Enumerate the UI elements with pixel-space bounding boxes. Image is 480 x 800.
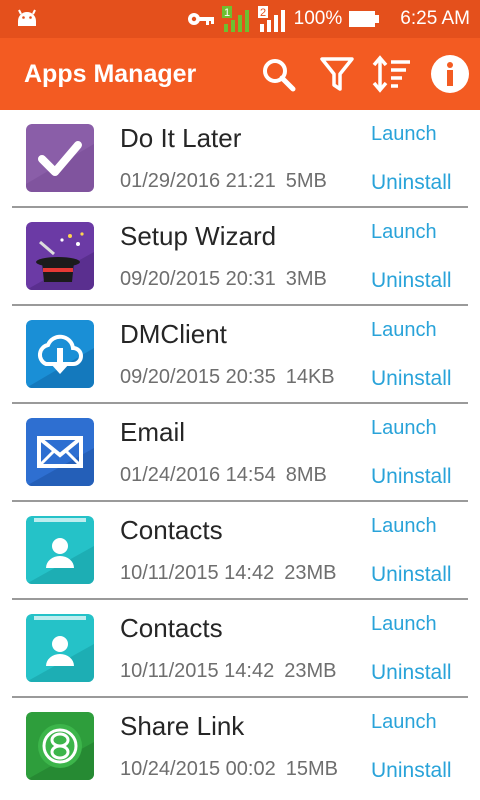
app-size: 14KB	[285, 366, 335, 388]
contacts-icon	[26, 614, 94, 682]
share-link-icon	[26, 712, 94, 780]
launch-button[interactable]: Launch	[371, 123, 437, 146]
sim1-label: 1	[224, 7, 230, 19]
do-it-later-icon	[26, 124, 94, 192]
app-name: Setup Wizard	[120, 221, 277, 251]
install-date: 10/24/2015 00:02	[120, 758, 276, 780]
contacts-icon	[26, 516, 94, 584]
info-icon[interactable]	[430, 54, 470, 94]
launch-button[interactable]: Launch	[371, 711, 437, 734]
signal-sim1-icon: 1	[221, 6, 249, 32]
list-item[interactable]: DMClient 09/20/2015 20:35 14KB Launch Uni…	[0, 306, 480, 404]
launch-button[interactable]: Launch	[371, 515, 437, 538]
status-bar: 1 2 100% 6:25 AM	[0, 0, 480, 38]
app-size: 3MB	[285, 268, 327, 290]
app-meta: 10/11/2015 14:42 23MB	[120, 660, 336, 683]
app-bar: Apps Manager	[0, 38, 480, 110]
list-item[interactable]: Do It Later 01/29/2016 21:21 5MB Launch U…	[0, 110, 480, 208]
uninstall-button[interactable]: Uninstall	[371, 171, 452, 195]
app-meta: 01/29/2016 21:21 5MB	[120, 170, 327, 193]
battery-icon	[349, 11, 380, 27]
app-meta: 09/20/2015 20:31 3MB	[120, 268, 327, 291]
app-size: 23MB	[284, 660, 337, 682]
app-size: 15MB	[285, 758, 338, 780]
signal-sim2-icon: 2	[257, 6, 285, 32]
uninstall-button[interactable]: Uninstall	[371, 661, 452, 685]
app-meta: 01/24/2016 14:54 8MB	[120, 464, 327, 487]
list-item[interactable]: Contacts 10/11/2015 14:42 23MB Launch Uni…	[0, 600, 480, 698]
launch-button[interactable]: Launch	[371, 319, 437, 342]
uninstall-button[interactable]: Uninstall	[371, 465, 452, 489]
list-item[interactable]: Contacts 10/11/2015 14:42 23MB Launch Uni…	[0, 502, 480, 600]
uninstall-button[interactable]: Uninstall	[371, 269, 452, 293]
app-name: DMClient	[120, 319, 227, 349]
install-date: 10/11/2015 14:42	[120, 562, 275, 584]
list-item[interactable]: Setup Wizard 09/20/2015 20:31 3MB Launch …	[0, 208, 480, 306]
app-meta: 10/24/2015 00:02 15MB	[120, 758, 338, 781]
list-item[interactable]: Share Link 10/24/2015 00:02 15MB Launch U…	[0, 698, 480, 796]
app-name: Do It Later	[120, 123, 242, 153]
app-name: Contacts	[120, 515, 223, 545]
app-name: Share Link	[120, 711, 245, 741]
page-title: Apps Manager	[24, 60, 197, 88]
key-icon	[187, 13, 214, 25]
launch-button[interactable]: Launch	[371, 613, 437, 636]
search-icon[interactable]	[258, 54, 298, 94]
clock: 6:25 AM	[400, 8, 470, 29]
setup-wizard-icon	[26, 222, 94, 290]
android-icon	[18, 9, 36, 26]
list-item[interactable]: Email 01/24/2016 14:54 8MB Launch Uninsta…	[0, 404, 480, 502]
email-icon	[26, 418, 94, 486]
app-size: 8MB	[285, 464, 327, 486]
sim2-label: 2	[260, 7, 266, 19]
install-date: 01/29/2016 21:21	[120, 170, 276, 192]
app-name: Contacts	[120, 613, 223, 643]
app-meta: 09/20/2015 20:35 14KB	[120, 366, 335, 389]
app-name: Email	[120, 417, 186, 447]
sort-icon[interactable]	[372, 54, 412, 94]
install-date: 10/11/2015 14:42	[120, 660, 275, 682]
app-list: Do It Later 01/29/2016 21:21 5MB Launch U…	[0, 110, 480, 796]
uninstall-button[interactable]: Uninstall	[371, 367, 452, 391]
app-size: 5MB	[285, 170, 327, 192]
battery-percent: 100%	[293, 8, 343, 29]
app-meta: 10/11/2015 14:42 23MB	[120, 562, 336, 585]
app-size: 23MB	[284, 562, 337, 584]
install-date: 09/20/2015 20:31	[120, 268, 276, 290]
filter-icon[interactable]	[317, 54, 357, 94]
install-date: 09/20/2015 20:35	[120, 366, 276, 388]
uninstall-button[interactable]: Uninstall	[371, 563, 452, 587]
install-date: 01/24/2016 14:54	[120, 464, 276, 486]
dmclient-icon	[26, 320, 94, 388]
uninstall-button[interactable]: Uninstall	[371, 759, 452, 783]
launch-button[interactable]: Launch	[371, 417, 437, 440]
launch-button[interactable]: Launch	[371, 221, 437, 244]
